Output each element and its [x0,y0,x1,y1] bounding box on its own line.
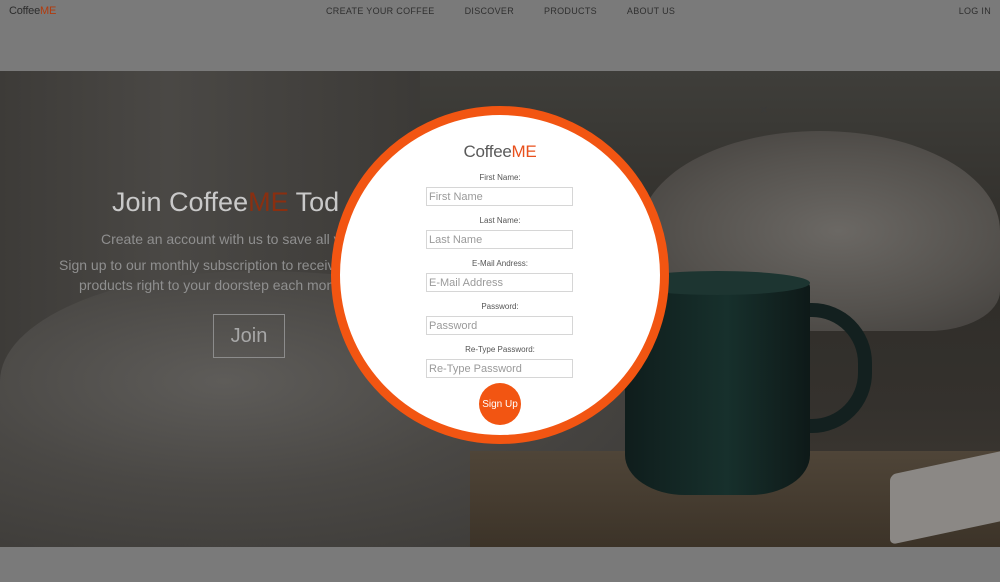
brand-suffix: ME [40,5,57,17]
modal-brand-prefix: Coffee [463,142,512,161]
nav-link-about-us[interactable]: ABOUT US [627,6,675,16]
close-icon[interactable]: × [760,102,768,117]
hero-subtext-line3: products right to your doorstep each mon… [79,277,346,293]
first-name-input[interactable] [426,187,573,206]
nav-links: CREATE YOUR COFFEE DISCOVER PRODUCTS ABO… [326,6,675,16]
nav-link-discover[interactable]: DISCOVER [465,6,514,16]
hero-subtext-line2: Sign up to our monthly subscription to r… [59,257,354,273]
brand-logo[interactable]: CoffeeME [9,5,56,17]
sign-up-button[interactable]: Sign Up [479,383,521,425]
nav-link-products[interactable]: PRODUCTS [544,6,597,16]
top-nav: CoffeeME CREATE YOUR COFFEE DISCOVER PRO… [0,0,1000,24]
email-input[interactable] [426,273,573,292]
retype-password-input[interactable] [426,359,573,378]
brand-prefix: Coffee [9,5,41,17]
nav-link-create-your-coffee[interactable]: CREATE YOUR COFFEE [326,6,435,16]
retype-password-label: Re-Type Password: [465,345,535,354]
signup-modal: CoffeeME First Name: Last Name: E-Mail A… [331,106,669,444]
hero-headline-me: ME [248,187,289,217]
last-name-input[interactable] [426,230,573,249]
modal-brand-logo: CoffeeME [340,142,660,162]
password-input[interactable] [426,316,573,335]
login-link[interactable]: LOG IN [959,6,991,16]
hero-headline-suffix: Tod [288,187,340,217]
password-label: Password: [481,302,519,311]
modal-brand-suffix: ME [511,142,537,161]
email-label: E-Mail Andress: [471,259,529,268]
last-name-label: Last Name: [479,216,521,225]
hero-subtext-line1: Create an account with us to save all yo [101,231,349,247]
hero-headline: Join CoffeeME Tod [112,187,339,218]
join-button[interactable]: Join [213,314,285,358]
footer-strip [0,547,1000,582]
first-name-label: First Name: [479,173,521,182]
hero-headline-prefix: Join Coffee [112,187,249,217]
